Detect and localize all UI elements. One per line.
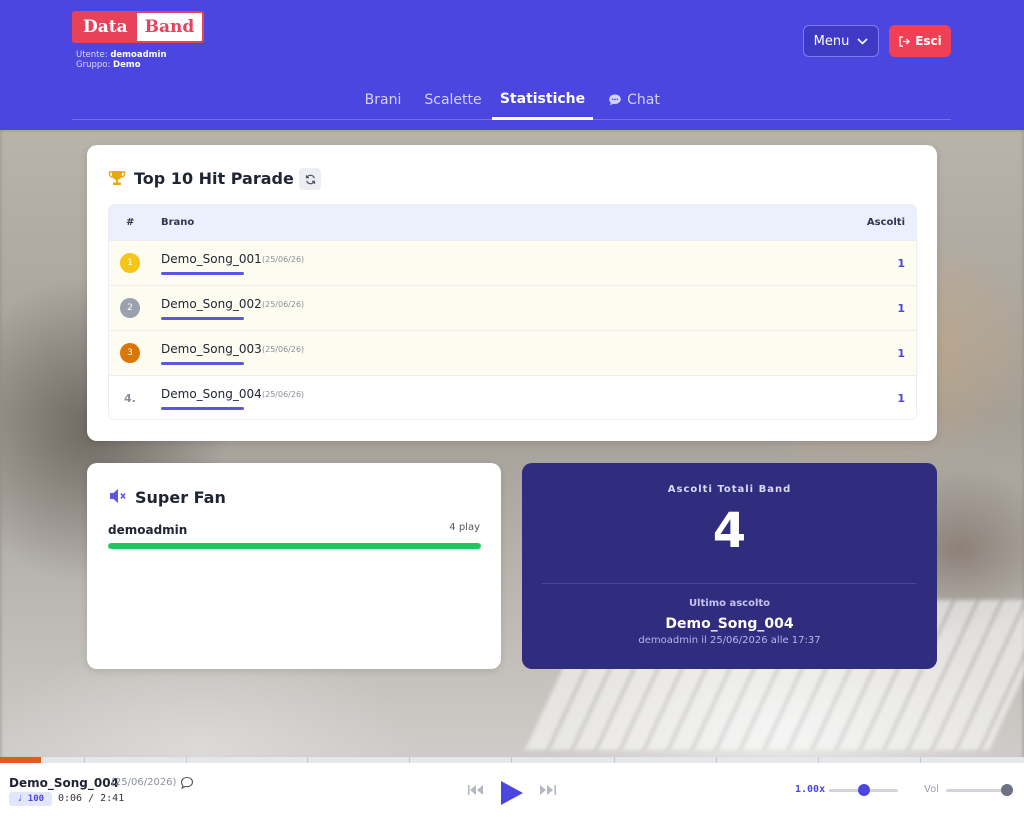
now-playing-title: Demo_Song_004: [9, 776, 119, 790]
refresh-icon: [305, 174, 315, 184]
song-underline: [161, 362, 244, 365]
hit-parade-card: Top 10 Hit Parade # Brano Ascolti 1 Demo…: [87, 145, 937, 441]
song-date: (25/06/26): [262, 345, 305, 354]
speed-slider[interactable]: [829, 784, 898, 796]
logout-button[interactable]: Esci: [889, 25, 951, 57]
table-row[interactable]: 4. Demo_Song_004 (25/06/26) 1: [109, 375, 916, 419]
chat-bubble-icon: [609, 94, 621, 106]
song-underline: [161, 317, 244, 320]
column-song: Brano: [161, 217, 195, 228]
play-count: 1: [897, 347, 905, 360]
tab-label: Statistiche: [499, 90, 586, 107]
super-fan-card: Super Fan demoadmin 4 play: [87, 463, 501, 669]
playback-speed: 1.00x: [795, 784, 826, 795]
seek-bar-fill: [0, 757, 41, 763]
rank-number: 4.: [124, 392, 136, 405]
song-date: (25/06/26): [262, 300, 305, 309]
tab-label: Chat: [627, 92, 660, 108]
seek-tick: [511, 757, 512, 763]
band-stats-card: Ascolti Totali Band 4 Ultimo ascolto Dem…: [522, 463, 937, 669]
seek-tick: [716, 757, 717, 763]
logout-icon: [899, 35, 911, 47]
fan-progress-fill: [108, 543, 481, 549]
column-plays: Ascolti: [866, 217, 905, 228]
seek-tick: [614, 757, 615, 763]
song-underline: [161, 272, 244, 275]
menu-button-label: Menu: [813, 33, 850, 49]
now-playing-date: (25/06/2026): [111, 777, 177, 788]
tab-statistiche[interactable]: Statistiche: [492, 80, 593, 120]
fan-username: demoadmin: [108, 523, 188, 537]
rank-badge-gold: 1: [120, 253, 140, 273]
volume-slider-knob[interactable]: [1001, 784, 1013, 796]
group-name: Demo: [113, 60, 141, 70]
last-play-song: Demo_Song_004: [665, 616, 794, 632]
user-label: Utente:: [76, 50, 108, 60]
tab-label: Brani: [364, 92, 402, 108]
playback-time: 0:06 / 2:41: [58, 793, 125, 804]
song-title: Demo_Song_001: [161, 252, 262, 266]
song-title: Demo_Song_004: [161, 387, 262, 401]
comment-icon[interactable]: [180, 776, 194, 790]
hit-parade-table: # Brano Ascolti 1 Demo_Song_001 (25/06/2…: [108, 204, 917, 420]
rank-badge-silver: 2: [120, 298, 140, 318]
last-play-detail: demoadmin il 25/06/2026 alle 17:37: [638, 635, 821, 646]
tab-brani[interactable]: Brani: [355, 80, 411, 120]
volume-label: Vol: [924, 784, 939, 795]
super-fan-title: Super Fan: [135, 488, 226, 507]
speed-slider-knob[interactable]: [857, 784, 870, 796]
table-row[interactable]: 1 Demo_Song_001 (25/06/26) 1: [109, 240, 916, 285]
trophy-icon: [108, 171, 126, 185]
previous-track-icon[interactable]: [468, 785, 484, 795]
total-plays-value: 4: [712, 503, 747, 559]
user-name: demoadmin: [110, 50, 167, 60]
tab-chat[interactable]: Chat: [602, 80, 666, 120]
play-count: 1: [897, 392, 905, 405]
logo-part-band: Band: [136, 13, 203, 41]
last-play-label: Ultimo ascolto: [688, 598, 771, 609]
speaker-mute-icon: [110, 489, 126, 503]
main-nav: Brani Scalette Statistiche Chat: [72, 80, 951, 120]
play-count: 1: [897, 257, 905, 270]
divider: [542, 583, 916, 584]
seek-tick: [84, 757, 85, 763]
menu-button[interactable]: Menu: [803, 25, 879, 57]
seek-tick: [409, 757, 410, 763]
user-info: Utente: demoadmin Gruppo: Demo: [76, 50, 167, 70]
table-row[interactable]: 3 Demo_Song_003 (25/06/26) 1: [109, 330, 916, 375]
total-plays-label: Ascolti Totali Band: [667, 484, 792, 495]
seek-tick: [186, 757, 187, 763]
bpm-badge: ♩ 100: [9, 792, 52, 806]
audio-player: Demo_Song_004 (25/06/2026) ♩ 100 0:06 / …: [0, 757, 1024, 817]
tab-scalette[interactable]: Scalette: [420, 80, 486, 120]
table-row[interactable]: 2 Demo_Song_002 (25/06/26) 1: [109, 285, 916, 330]
logo-part-data: Data: [74, 13, 137, 41]
chevron-down-icon: [857, 37, 868, 45]
seek-bar[interactable]: [0, 757, 1024, 763]
seek-tick: [307, 757, 308, 763]
tab-label: Scalette: [424, 92, 482, 108]
song-title: Demo_Song_002: [161, 297, 262, 311]
song-underline: [161, 407, 244, 410]
next-track-icon[interactable]: [540, 785, 556, 795]
fan-progress-track: [108, 543, 481, 549]
table-header: # Brano Ascolti: [109, 205, 916, 240]
fan-play-count: 4 play: [449, 522, 480, 533]
volume-slider[interactable]: [946, 784, 1013, 796]
rank-badge-bronze: 3: [120, 343, 140, 363]
play-icon[interactable]: [500, 780, 524, 806]
song-date: (25/06/26): [262, 255, 305, 264]
column-rank: #: [126, 217, 135, 228]
song-title: Demo_Song_003: [161, 342, 262, 356]
app-header: Data Band Utente: demoadmin Gruppo: Demo…: [0, 0, 1024, 130]
song-date: (25/06/26): [262, 390, 305, 399]
logout-button-label: Esci: [915, 34, 942, 48]
seek-tick: [920, 757, 921, 763]
group-label: Gruppo:: [76, 60, 111, 70]
hit-parade-title: Top 10 Hit Parade: [134, 169, 294, 188]
app-logo[interactable]: Data Band: [72, 11, 205, 43]
refresh-button[interactable]: [299, 168, 321, 190]
play-count: 1: [897, 302, 905, 315]
seek-tick: [818, 757, 819, 763]
